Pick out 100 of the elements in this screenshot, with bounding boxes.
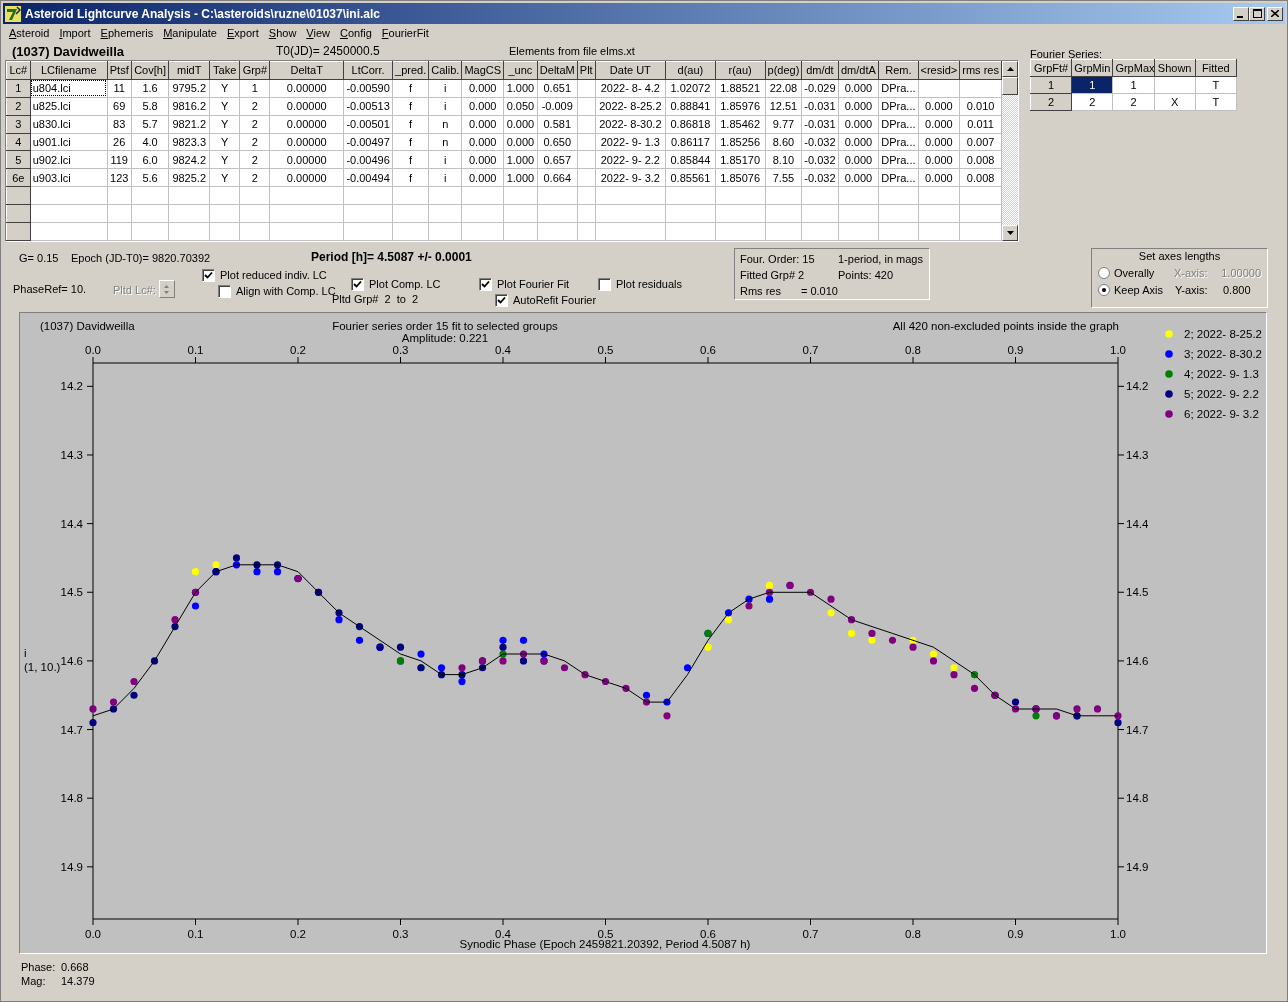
data-point — [130, 691, 138, 699]
column-header[interactable]: GrpFt# — [1030, 59, 1072, 77]
column-header[interactable]: DeltaT — [269, 61, 344, 80]
column-header[interactable]: dm/dtA — [838, 61, 879, 80]
column-header[interactable]: Ptsf — [107, 61, 132, 80]
data-point — [601, 677, 610, 686]
column-header[interactable]: MagCS — [461, 61, 504, 80]
table-cell[interactable]: u830.lci — [30, 115, 108, 134]
column-header[interactable]: DeltaM — [537, 61, 578, 80]
column-header[interactable]: Grp# — [239, 61, 270, 80]
table-cell: 69 — [107, 97, 132, 116]
data-point — [704, 643, 712, 651]
column-header[interactable]: d(au) — [665, 61, 716, 80]
column-header[interactable]: LCfilename — [30, 61, 108, 80]
table-cell: 2 — [239, 133, 270, 151]
checkbox[interactable]: Plot residuals — [598, 276, 683, 292]
column-header[interactable]: Shown — [1154, 59, 1196, 77]
data-point — [663, 698, 671, 706]
column-header[interactable]: rms res — [959, 61, 1002, 80]
column-header[interactable]: GrpMin — [1071, 59, 1113, 77]
axis-value: 0.800 — [1223, 283, 1251, 296]
window-title: Asteroid Lightcurve Analysis - C:\asteroids\ruzne\01037\ini.alc — [25, 6, 380, 21]
checkbox-box[interactable] — [598, 277, 611, 291]
menu-item[interactable]: Show — [264, 27, 303, 39]
app-icon — [5, 5, 21, 22]
scrollbar[interactable] — [1002, 61, 1018, 241]
menu-item[interactable]: Config — [336, 27, 378, 39]
checkbox-box[interactable] — [218, 284, 231, 298]
column-header[interactable]: GrpMax — [1112, 59, 1155, 77]
table-cell: 0.000 — [918, 150, 960, 169]
table-cell[interactable]: u902.lci — [30, 150, 108, 169]
column-header[interactable]: Lc# — [6, 61, 31, 80]
maximize-icon — [1252, 8, 1262, 18]
column-header[interactable]: r(au) — [715, 61, 765, 80]
checkbox-box[interactable] — [351, 277, 364, 291]
column-header[interactable]: Cov[h] — [131, 61, 169, 80]
column-header[interactable]: dm/dt — [801, 61, 838, 80]
scroll-down-button[interactable] — [1002, 225, 1018, 241]
table-cell[interactable]: 2 — [1071, 93, 1113, 111]
minimize-button[interactable] — [1233, 6, 1249, 21]
column-header[interactable]: _pred. — [392, 61, 429, 80]
column-header[interactable]: LtCorr. — [343, 61, 393, 80]
checkbox-box[interactable] — [495, 293, 508, 307]
table-cell: 2 — [239, 115, 270, 134]
table-cell: 0.85844 — [665, 150, 716, 169]
close-button[interactable] — [1267, 6, 1283, 21]
table-cell[interactable]: u901.lci — [30, 133, 108, 151]
table-cell: 0.650 — [537, 133, 578, 151]
column-header[interactable]: Fitted — [1195, 59, 1237, 77]
radio-circle[interactable] — [1098, 283, 1110, 296]
legend-label: 2; 2022- 8-25.2 — [1184, 328, 1262, 340]
column-header[interactable]: _unc — [503, 61, 538, 80]
checkbox[interactable]: Plot Comp. LC — [351, 276, 479, 292]
fit-info: 1-period, in mags — [838, 252, 924, 267]
table-cell[interactable]: u903.lci — [30, 168, 108, 187]
column-header[interactable]: <resid> — [918, 61, 960, 80]
table-cell: n — [428, 133, 462, 151]
status-label: Phase: — [21, 960, 57, 974]
table-cell: f — [392, 97, 429, 116]
menu-item[interactable]: FourierFit — [377, 27, 435, 39]
scroll-up-button[interactable] — [1002, 61, 1018, 77]
table-cell: 0.000 — [918, 115, 960, 134]
legend-label: 3; 2022- 8-30.2 — [1184, 348, 1262, 360]
table-cell: 8.60 — [765, 133, 802, 151]
menu-item[interactable]: Export — [223, 27, 265, 39]
checkbox-box[interactable] — [202, 268, 215, 282]
menu-item[interactable]: Asteroid — [5, 27, 56, 39]
table-cell[interactable]: u825.lci — [30, 97, 108, 116]
column-header[interactable]: Rem. — [878, 61, 918, 80]
table-cell: 0.88841 — [665, 97, 716, 116]
data-point — [130, 677, 138, 686]
fourier-series-label: Fourier Series: — [1030, 47, 1104, 59]
radio-button[interactable]: Keep Axis — [1098, 283, 1175, 296]
menu-item[interactable]: Ephemeris — [96, 27, 160, 39]
x-tick-label: 0.6 — [700, 344, 716, 356]
table-cell: n — [428, 115, 462, 134]
epoch-value: Epoch (JD-T0)= 9820.70392 — [71, 252, 212, 264]
menu-item[interactable]: Manipulate — [159, 27, 223, 39]
table-cell: 119 — [107, 150, 132, 169]
checkbox[interactable]: Plot reduced indiv. LC — [202, 267, 351, 283]
table-cell[interactable]: u804.lci — [30, 79, 108, 98]
maximize-button[interactable] — [1249, 6, 1265, 21]
checkbox[interactable]: Plot Fourier Fit — [479, 276, 598, 292]
menu-item[interactable]: Import — [55, 27, 97, 39]
column-header[interactable]: Calib. — [428, 61, 462, 80]
table-cell: 2 — [1112, 93, 1155, 111]
checkbox[interactable]: AutoRefit Fourier — [495, 292, 598, 308]
menu-item[interactable]: View — [302, 27, 336, 39]
table-cell: -0.032 — [801, 168, 838, 187]
column-header[interactable]: p(deg) — [765, 61, 802, 80]
column-header[interactable]: Date UT — [595, 61, 666, 80]
checkbox-box[interactable] — [479, 277, 492, 291]
column-header[interactable]: midT — [168, 61, 210, 80]
table-cell: T — [1195, 76, 1237, 94]
column-header[interactable]: Take — [209, 61, 240, 80]
scroll-thumb[interactable] — [1002, 77, 1018, 95]
data-point — [560, 664, 569, 672]
table-cell: 0.000 — [503, 115, 538, 134]
spinner[interactable] — [158, 280, 175, 298]
x-tick-label: 0.5 — [597, 928, 614, 940]
